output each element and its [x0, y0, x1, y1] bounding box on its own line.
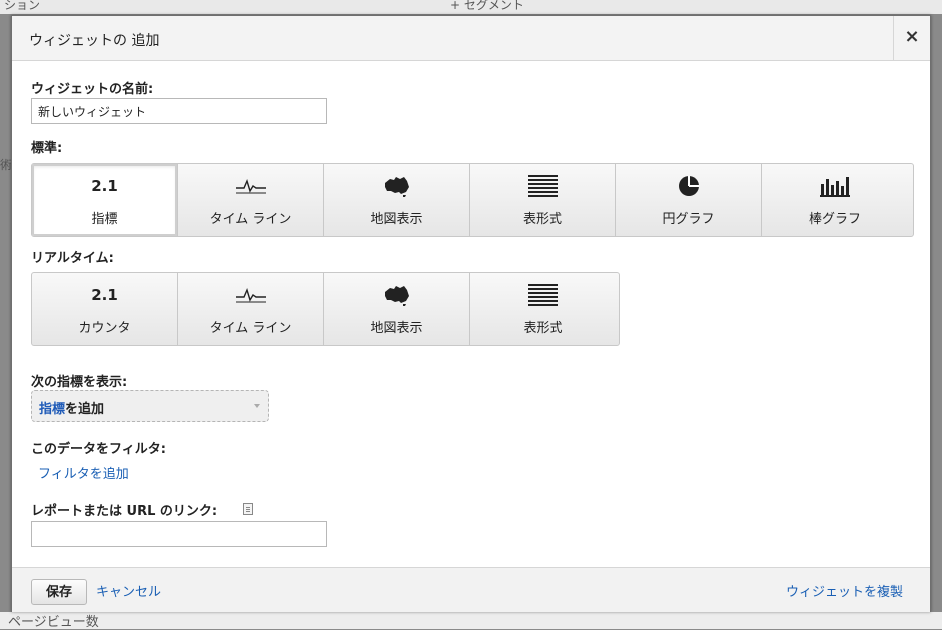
background-pageviews-text: ページビュー数 — [8, 615, 99, 630]
tile-metric[interactable]: 2.1 指標 — [32, 164, 178, 236]
tile-realtime-geomap[interactable]: 地図表示 — [324, 273, 470, 345]
tile-counter[interactable]: 2.1 カウンタ — [32, 273, 178, 345]
link-label: レポートまたは URL のリンク: — [31, 504, 218, 519]
show-metric-label: 次の指標を表示: — [31, 375, 128, 390]
chevron-down-icon — [254, 404, 260, 408]
tile-table-label: 表形式 — [522, 212, 562, 227]
tile-timeline[interactable]: タイム ライン — [178, 164, 324, 236]
tile-realtime-table[interactable]: 表形式 — [470, 273, 616, 345]
standard-type-selector: 2.1 指標 タイム ライン 地図表示 表形式 円グラフ 棒グラフ — [31, 163, 914, 237]
add-metric-rest-text: を追加 — [65, 402, 105, 417]
background-segment-text: + セグメント — [450, 0, 524, 12]
widget-name-label: ウィジェットの名前: — [31, 82, 154, 97]
pie-chart-icon — [616, 174, 761, 198]
add-metric-blue-text: 指標 — [39, 402, 66, 417]
table-icon — [470, 174, 615, 198]
background-tab-text: ション — [4, 0, 41, 12]
add-widget-dialog: ウィジェットの 追加 × ウィジェットの名前: 標準: 2.1 指標 タイム ラ… — [11, 15, 931, 612]
add-filter-link[interactable]: フィルタを追加 — [38, 463, 129, 482]
info-icon[interactable] — [243, 503, 253, 515]
tile-bar[interactable]: 棒グラフ — [762, 164, 908, 236]
tile-bar-label: 棒グラフ — [808, 212, 861, 227]
dialog-titlebar: ウィジェットの 追加 × — [12, 16, 930, 61]
background-footer: ページビュー数 — [0, 612, 942, 630]
close-icon[interactable]: × — [893, 16, 930, 60]
timeline-icon — [178, 283, 323, 307]
metric-number-icon: 2.1 — [91, 177, 118, 195]
tile-realtime-timeline[interactable]: タイム ライン — [178, 273, 324, 345]
add-metric-dropdown[interactable]: 指標を追加 — [31, 390, 269, 422]
tile-pie[interactable]: 円グラフ — [616, 164, 762, 236]
widget-name-input[interactable] — [31, 98, 327, 124]
standard-label: 標準: — [31, 141, 63, 156]
tile-counter-label: カウンタ — [78, 321, 131, 336]
tile-geomap[interactable]: 地図表示 — [324, 164, 470, 236]
tile-geomap-label: 地図表示 — [370, 212, 423, 227]
timeline-icon — [178, 174, 323, 198]
cancel-link[interactable]: キャンセル — [96, 581, 161, 600]
copy-widget-link[interactable]: ウィジェットを複製 — [786, 581, 903, 600]
filter-label: このデータをフィルタ: — [31, 442, 166, 457]
map-icon — [324, 283, 469, 307]
map-icon — [324, 174, 469, 198]
realtime-type-selector: 2.1 カウンタ タイム ライン 地図表示 表形式 — [31, 272, 620, 346]
tile-metric-label: 指標 — [91, 212, 118, 227]
table-icon — [470, 283, 616, 307]
link-url-input[interactable] — [31, 521, 327, 547]
realtime-label: リアルタイム: — [31, 251, 114, 266]
dialog-footer: 保存 キャンセル ウィジェットを複製 — [12, 567, 930, 612]
bar-chart-icon — [762, 174, 908, 198]
add-metric-text: 指標を追加 — [39, 398, 104, 417]
counter-number-icon: 2.1 — [91, 286, 118, 304]
tile-realtime-table-label: 表形式 — [523, 321, 563, 336]
save-button[interactable]: 保存 — [31, 579, 87, 605]
tile-realtime-geomap-label: 地図表示 — [370, 321, 423, 336]
dialog-title: ウィジェットの 追加 — [29, 33, 160, 49]
tile-realtime-timeline-label: タイム ライン — [209, 321, 292, 336]
tile-timeline-label: タイム ライン — [209, 212, 292, 227]
tile-table[interactable]: 表形式 — [470, 164, 616, 236]
tile-pie-label: 円グラフ — [662, 212, 715, 227]
background-header: ション + セグメント — [0, 0, 942, 14]
